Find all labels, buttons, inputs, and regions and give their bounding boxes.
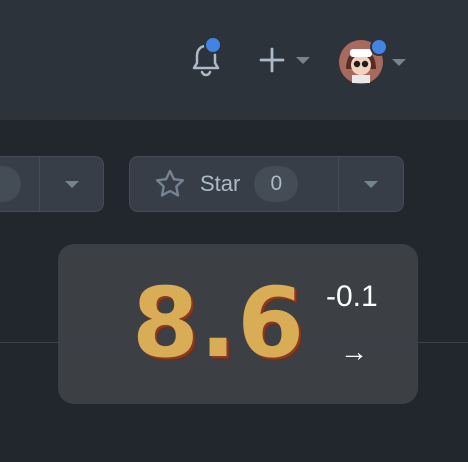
watch-dropdown-button[interactable] xyxy=(39,157,103,211)
chevron-down-icon xyxy=(392,58,406,66)
star-button-group: Star 0 xyxy=(129,156,404,212)
watch-count xyxy=(0,166,21,202)
chevron-down-icon xyxy=(64,180,79,188)
score-value: 8.6 xyxy=(132,267,306,379)
create-new-menu[interactable] xyxy=(254,42,314,78)
chevron-down-icon xyxy=(296,56,310,64)
status-indicator xyxy=(370,38,388,56)
chevron-down-icon xyxy=(364,180,378,188)
trend-arrow-icon: → xyxy=(340,336,368,367)
user-menu[interactable] xyxy=(336,38,408,86)
star-dropdown-button[interactable] xyxy=(338,157,403,211)
plus-icon xyxy=(259,47,285,73)
star-button[interactable]: Star 0 xyxy=(130,157,338,211)
header-bar xyxy=(0,0,468,120)
star-count: 0 xyxy=(254,166,299,202)
watch-button-group xyxy=(0,156,104,212)
notification-indicator xyxy=(204,36,222,54)
star-icon xyxy=(155,169,185,197)
score-card: 8.6 -0.1 → xyxy=(58,244,418,404)
notifications-button[interactable] xyxy=(186,36,226,80)
watch-button[interactable] xyxy=(0,157,39,211)
score-delta: -0.1 xyxy=(326,280,378,313)
star-label: Star xyxy=(200,171,241,196)
